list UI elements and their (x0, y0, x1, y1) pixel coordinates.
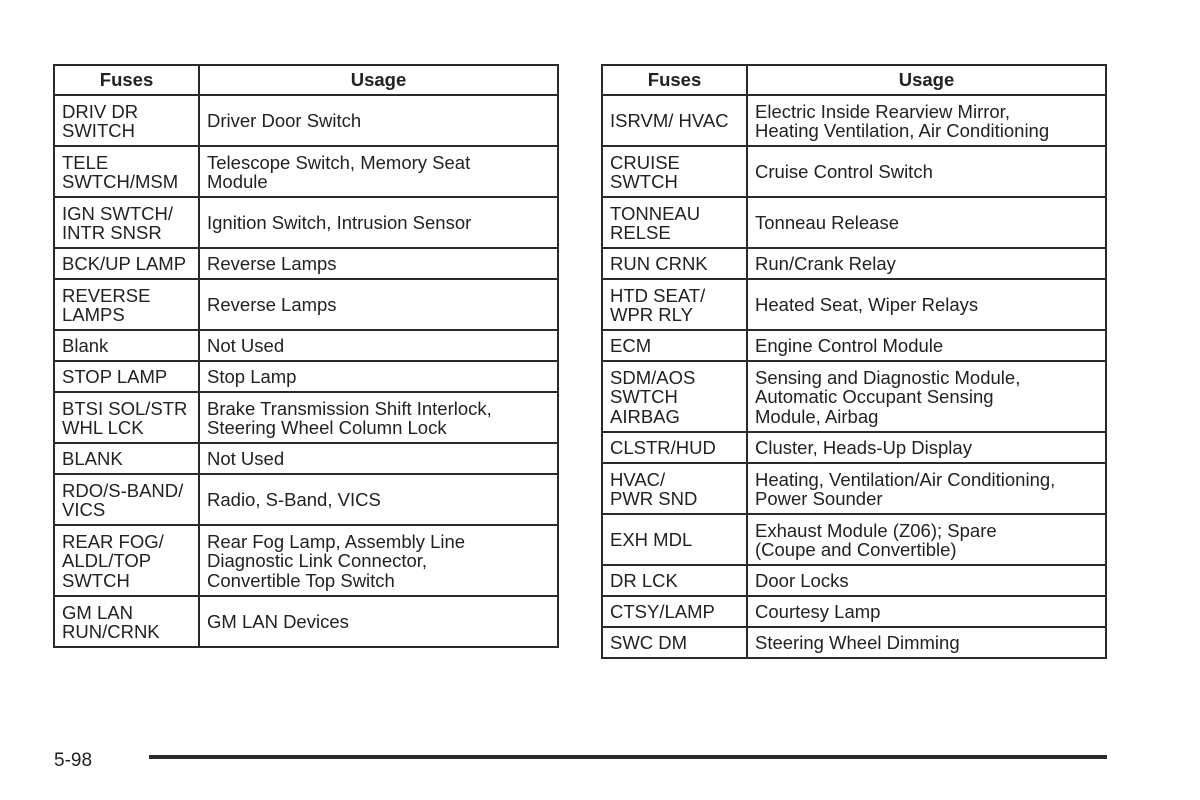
table-row: DR LCK Door Locks (601, 564, 1107, 597)
fuse-usage-cell: Not Used (198, 442, 559, 475)
fuse-usage-cell: Courtesy Lamp (746, 595, 1107, 628)
table-row: TELE SWTCH/MSM Telescope Switch, Memory S… (53, 145, 559, 198)
table-row: ISRVM/ HVAC Electric Inside Rearview Mirr… (601, 94, 1107, 147)
fuse-name-cell: BLANK (53, 442, 200, 475)
table-row: DRIV DR SWITCH Driver Door Switch (53, 94, 559, 147)
fuse-usage-cell: Driver Door Switch (198, 94, 559, 147)
fuse-usage-cell: Heating, Ventilation/Air Conditioning, P… (746, 462, 1107, 515)
fuse-name-cell: RUN CRNK (601, 247, 748, 280)
fuse-name-cell: SWC DM (601, 626, 748, 659)
fuse-usage-cell: Reverse Lamps (198, 247, 559, 280)
fuse-usage-cell: Electric Inside Rearview Mirror, Heating… (746, 94, 1107, 147)
fuse-name-cell: TONNEAU RELSE (601, 196, 748, 249)
header-usage: Usage (198, 64, 559, 96)
fuse-usage-cell: Sensing and Diagnostic Module, Automatic… (746, 360, 1107, 433)
page-number: 5-98 (54, 750, 93, 771)
table-row: CRUISE SWTCH Cruise Control Switch (601, 145, 1107, 198)
table-row: RDO/S-BAND/ VICS Radio, S-Band, VICS (53, 473, 559, 526)
fuse-usage-cell: Brake Transmission Shift Interlock, Stee… (198, 391, 559, 444)
header-usage: Usage (746, 64, 1107, 96)
table-header-row: Fuses Usage (53, 64, 559, 96)
fuse-name-cell: STOP LAMP (53, 360, 200, 393)
table-row: SDM/AOS SWTCH AIRBAG Sensing and Diagnost… (601, 360, 1107, 433)
fuse-name-cell: BTSI SOL/STR WHL LCK (53, 391, 200, 444)
fuse-name-cell: Blank (53, 329, 200, 362)
header-fuses: Fuses (601, 64, 748, 96)
table-row: STOP LAMP Stop Lamp (53, 360, 559, 393)
fuse-usage-cell: GM LAN Devices (198, 595, 559, 648)
fuse-name-cell: ISRVM/ HVAC (601, 94, 748, 147)
fuse-name-cell: SDM/AOS SWTCH AIRBAG (601, 360, 748, 433)
table-row: SWC DM Steering Wheel Dimming (601, 626, 1107, 659)
fuse-usage-cell: Telescope Switch, Memory Seat Module (198, 145, 559, 198)
fuse-name-cell: REVERSE LAMPS (53, 278, 200, 331)
fuse-table-left: Fuses Usage DRIV DR SWITCH Driver Door Sw… (53, 64, 559, 648)
fuse-usage-cell: Steering Wheel Dimming (746, 626, 1107, 659)
table-body: DRIV DR SWITCH Driver Door Switch TELE SWT… (53, 94, 559, 648)
fuse-usage-cell: Heated Seat, Wiper Relays (746, 278, 1107, 331)
fuse-name-cell: CRUISE SWTCH (601, 145, 748, 198)
fuse-usage-cell: Rear Fog Lamp, Assembly Line Diagnostic … (198, 524, 559, 597)
table-row: CTSY/LAMP Courtesy Lamp (601, 595, 1107, 628)
table-row: BCK/UP LAMP Reverse Lamps (53, 247, 559, 280)
fuse-usage-cell: Cruise Control Switch (746, 145, 1107, 198)
fuse-usage-cell: Cluster, Heads-Up Display (746, 431, 1107, 464)
table-body: ISRVM/ HVAC Electric Inside Rearview Mirr… (601, 94, 1107, 659)
footer-rule (149, 755, 1107, 759)
fuse-name-cell: DRIV DR SWITCH (53, 94, 200, 147)
fuse-name-cell: TELE SWTCH/MSM (53, 145, 200, 198)
table-row: EXH MDL Exhaust Module (Z06); Spare (Coup… (601, 513, 1107, 566)
table-row: HVAC/ PWR SND Heating, Ventilation/Air Co… (601, 462, 1107, 515)
table-row: HTD SEAT/ WPR RLY Heated Seat, Wiper Rela… (601, 278, 1107, 331)
fuse-usage-cell: Run/Crank Relay (746, 247, 1107, 280)
fuse-name-cell: CTSY/LAMP (601, 595, 748, 628)
table-row: BLANK Not Used (53, 442, 559, 475)
fuse-usage-cell: Not Used (198, 329, 559, 362)
table-row: CLSTR/HUD Cluster, Heads-Up Display (601, 431, 1107, 464)
table-row: BTSI SOL/STR WHL LCK Brake Transmission S… (53, 391, 559, 444)
fuse-name-cell: GM LAN RUN/CRNK (53, 595, 200, 648)
fuse-usage-cell: Tonneau Release (746, 196, 1107, 249)
fuse-usage-cell: Stop Lamp (198, 360, 559, 393)
fuse-name-cell: BCK/UP LAMP (53, 247, 200, 280)
fuse-table-right: Fuses Usage ISRVM/ HVAC Electric Inside R… (601, 64, 1107, 659)
table-row: ECM Engine Control Module (601, 329, 1107, 362)
table-row: Blank Not Used (53, 329, 559, 362)
fuse-name-cell: HTD SEAT/ WPR RLY (601, 278, 748, 331)
fuse-usage-cell: Reverse Lamps (198, 278, 559, 331)
fuse-name-cell: REAR FOG/ ALDL/TOP SWTCH (53, 524, 200, 597)
fuse-name-cell: HVAC/ PWR SND (601, 462, 748, 515)
fuse-usage-cell: Exhaust Module (Z06); Spare (Coupe and C… (746, 513, 1107, 566)
fuse-usage-cell: Engine Control Module (746, 329, 1107, 362)
fuse-usage-cell: Ignition Switch, Intrusion Sensor (198, 196, 559, 249)
fuse-name-cell: IGN SWTCH/ INTR SNSR (53, 196, 200, 249)
fuse-name-cell: ECM (601, 329, 748, 362)
table-row: TONNEAU RELSE Tonneau Release (601, 196, 1107, 249)
fuse-name-cell: CLSTR/HUD (601, 431, 748, 464)
header-fuses: Fuses (53, 64, 200, 96)
table-row: GM LAN RUN/CRNK GM LAN Devices (53, 595, 559, 648)
fuse-name-cell: RDO/S-BAND/ VICS (53, 473, 200, 526)
table-row: RUN CRNK Run/Crank Relay (601, 247, 1107, 280)
table-row: IGN SWTCH/ INTR SNSR Ignition Switch, Int… (53, 196, 559, 249)
fuse-usage-cell: Door Locks (746, 564, 1107, 597)
fuse-usage-cell: Radio, S-Band, VICS (198, 473, 559, 526)
fuse-name-cell: DR LCK (601, 564, 748, 597)
table-row: REAR FOG/ ALDL/TOP SWTCH Rear Fog Lamp, A… (53, 524, 559, 597)
fuse-name-cell: EXH MDL (601, 513, 748, 566)
table-row: REVERSE LAMPS Reverse Lamps (53, 278, 559, 331)
table-header-row: Fuses Usage (601, 64, 1107, 96)
